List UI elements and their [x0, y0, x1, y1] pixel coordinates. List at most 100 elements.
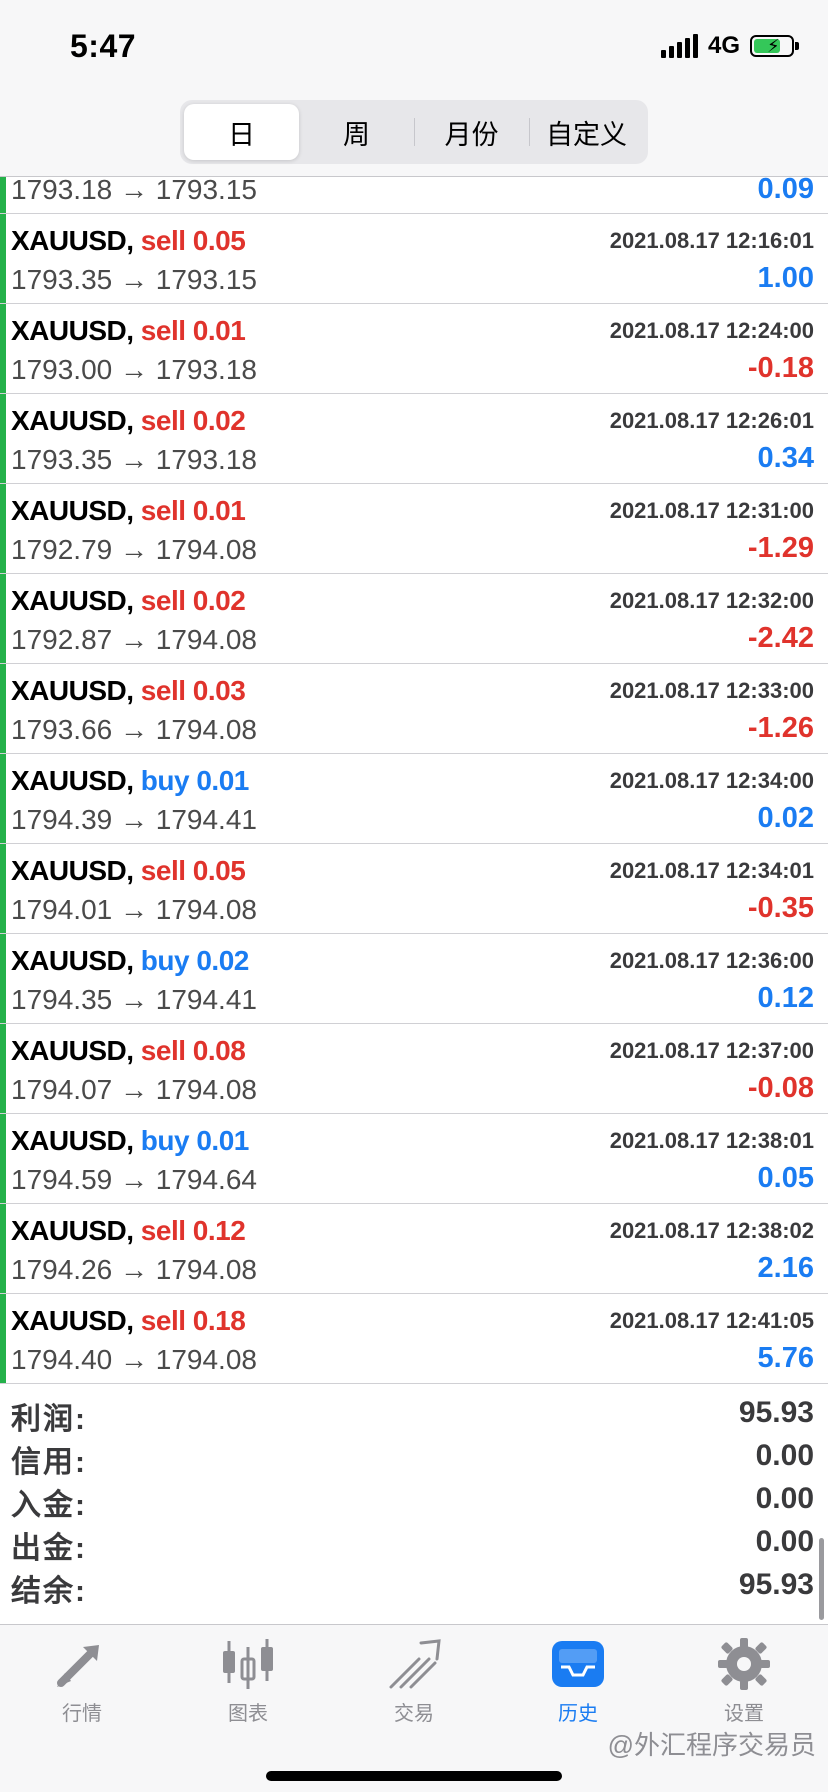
table-row[interactable]: XAUUSD, sell 0.02 2021.08.17 12:32:00 1792… [0, 574, 828, 664]
segment-day[interactable]: 日 [184, 104, 299, 160]
status-time: 5:47 [70, 28, 137, 64]
profit-value: 0.12 [757, 982, 814, 1014]
symbol-text: XAUUSD, [11, 945, 134, 976]
quotes-icon [57, 1645, 99, 1687]
summary-label: 出金: [11, 1532, 87, 1565]
tab-trade[interactable]: 交易 [354, 1637, 474, 1726]
trade-time: 2021.08.17 12:16:01 [609, 228, 814, 253]
table-row[interactable]: XAUUSD, sell 0.02 2021.08.17 12:26:01 1793… [0, 394, 828, 484]
trade-symbol: XAUUSD, sell 0.12 [11, 1215, 246, 1247]
trade-side: sell 0.03 [140, 675, 246, 706]
profit-value: -0.18 [747, 352, 814, 384]
table-row[interactable]: XAUUSD, sell 0.05 2021.08.17 12:34:01 1794… [0, 844, 828, 934]
trade-time: 2021.08.17 12:31:00 [609, 498, 814, 523]
price-range: 1792.87 → 1794.08 [11, 624, 257, 655]
trade-icon [389, 1639, 441, 1689]
segment-week[interactable]: 周 [299, 104, 414, 160]
table-row[interactable]: XAUUSD, sell 0.12 2021.08.17 12:38:02 1794… [0, 1204, 828, 1294]
summary-label: 信用: [11, 1446, 87, 1479]
symbol-text: XAUUSD, [11, 405, 134, 436]
symbol-text: XAUUSD, [11, 1305, 134, 1336]
symbol-text: XAUUSD, [11, 1125, 134, 1156]
tab-chart[interactable]: 图表 [188, 1637, 308, 1726]
trade-side: buy 0.02 [140, 945, 250, 976]
trade-time: 2021.08.17 12:32:00 [609, 588, 814, 613]
segment-custom[interactable]: 自定义 [529, 104, 644, 160]
trade-side: sell 0.12 [140, 1215, 246, 1246]
price-range: 1794.07 → 1794.08 [11, 1074, 257, 1105]
watermark: @外汇程序交易员 [607, 1730, 816, 1760]
trade-side: sell 0.18 [140, 1305, 246, 1336]
table-row[interactable]: XAUUSD, sell 0.18 2021.08.17 12:41:05 1794… [0, 1294, 828, 1384]
tab-settings[interactable]: 设置 [684, 1637, 804, 1726]
trade-time: 2021.08.17 12:34:01 [609, 858, 814, 883]
history-icon [552, 1641, 604, 1687]
table-row[interactable]: XAUUSD, sell 0.01 2021.08.17 12:31:00 1792… [0, 484, 828, 574]
symbol-text: XAUUSD, [11, 675, 134, 706]
trade-symbol: XAUUSD, sell 0.03 [11, 675, 246, 707]
summary-row: 结余: 95.93 [0, 1564, 828, 1608]
trade-history-list[interactable]: 1793.18 → 1793.15 0.09 XAUUSD, sell 0.05… [0, 176, 828, 1384]
summary-value: 95.93 [738, 1396, 814, 1429]
price-range: 1794.39 → 1794.41 [11, 804, 257, 835]
segment-month[interactable]: 月份 [414, 104, 529, 160]
tab-label: 设置 [724, 1703, 764, 1725]
trade-symbol: XAUUSD, sell 0.08 [11, 1035, 246, 1067]
tab-label: 交易 [394, 1703, 434, 1725]
symbol-text: XAUUSD, [11, 1215, 134, 1246]
trade-time: 2021.08.17 12:34:00 [609, 768, 814, 793]
table-row[interactable]: XAUUSD, buy 0.01 2021.08.17 12:38:01 1794.… [0, 1114, 828, 1204]
summary-label: 结余: [11, 1575, 87, 1608]
profit-value: -1.26 [747, 712, 814, 744]
top-bar: 5:47 4G ⚡ 日 周 月份 自定义 [0, 0, 828, 176]
price-range: 1794.35 → 1794.41 [11, 984, 257, 1015]
table-row[interactable]: XAUUSD, buy 0.01 2021.08.17 12:34:00 1794.… [0, 754, 828, 844]
trade-side: sell 0.05 [140, 855, 246, 886]
profit-value: 2.16 [757, 1252, 814, 1284]
tab-quotes[interactable]: 行情 [22, 1637, 142, 1726]
trade-time: 2021.08.17 12:38:01 [609, 1128, 814, 1153]
tab-history[interactable]: 历史 [518, 1637, 638, 1726]
table-row-partial[interactable]: 1793.18 → 1793.15 0.09 [0, 177, 828, 214]
symbol-text: XAUUSD, [11, 1035, 134, 1066]
trade-symbol: XAUUSD, sell 0.18 [11, 1305, 246, 1337]
symbol-text: XAUUSD, [11, 225, 134, 256]
symbol-text: XAUUSD, [11, 765, 134, 796]
trade-side: buy 0.01 [140, 765, 250, 796]
summary-row: 入金: 0.00 [0, 1478, 828, 1522]
profit-value: 0.09 [757, 176, 814, 205]
scrollbar[interactable] [819, 1538, 824, 1620]
trade-time: 2021.08.17 12:38:02 [609, 1218, 814, 1243]
trade-time: 2021.08.17 12:33:00 [609, 678, 814, 703]
symbol-text: XAUUSD, [11, 315, 134, 346]
price-range: 1793.35 → 1793.15 [11, 264, 257, 295]
tab-label: 行情 [62, 1703, 102, 1725]
trade-symbol: XAUUSD, buy 0.01 [11, 765, 249, 797]
symbol-text: XAUUSD, [11, 855, 134, 886]
profit-value: 5.76 [757, 1342, 814, 1374]
trade-time: 2021.08.17 12:24:00 [609, 318, 814, 343]
profit-value: -2.42 [747, 622, 814, 654]
summary-row: 出金: 0.00 [0, 1521, 828, 1565]
account-summary: 利润: 95.93 信用: 0.00 入金: 0.00 出金: 0.00 结余: 95.93 [0, 1384, 828, 1624]
home-indicator[interactable] [266, 1771, 562, 1781]
profit-value: 0.05 [757, 1162, 814, 1194]
trade-time: 2021.08.17 12:36:00 [609, 948, 814, 973]
bottom-tab-bar: 行情 图表 交易 历史 设置 @外汇程序交易员 [0, 1624, 828, 1792]
trade-time: 2021.08.17 12:26:01 [609, 408, 814, 433]
table-row[interactable]: XAUUSD, sell 0.05 2021.08.17 12:16:01 1793… [0, 214, 828, 304]
symbol-text: XAUUSD, [11, 495, 134, 526]
table-row[interactable]: XAUUSD, sell 0.03 2021.08.17 12:33:00 1793… [0, 664, 828, 754]
trade-time: 2021.08.17 12:37:00 [609, 1038, 814, 1063]
trade-symbol: XAUUSD, sell 0.02 [11, 585, 246, 617]
table-row[interactable]: XAUUSD, sell 0.01 2021.08.17 12:24:00 1793… [0, 304, 828, 394]
trade-symbol: XAUUSD, sell 0.01 [11, 495, 246, 527]
summary-value: 0.00 [755, 1482, 814, 1515]
profit-value: -0.08 [747, 1072, 814, 1104]
table-row[interactable]: XAUUSD, buy 0.02 2021.08.17 12:36:00 1794.… [0, 934, 828, 1024]
battery-icon: ⚡ [750, 35, 799, 57]
table-row[interactable]: XAUUSD, sell 0.08 2021.08.17 12:37:00 1794… [0, 1024, 828, 1114]
trade-symbol: XAUUSD, buy 0.02 [11, 945, 249, 977]
network-label: 4G [707, 32, 740, 59]
trade-symbol: XAUUSD, sell 0.02 [11, 405, 246, 437]
